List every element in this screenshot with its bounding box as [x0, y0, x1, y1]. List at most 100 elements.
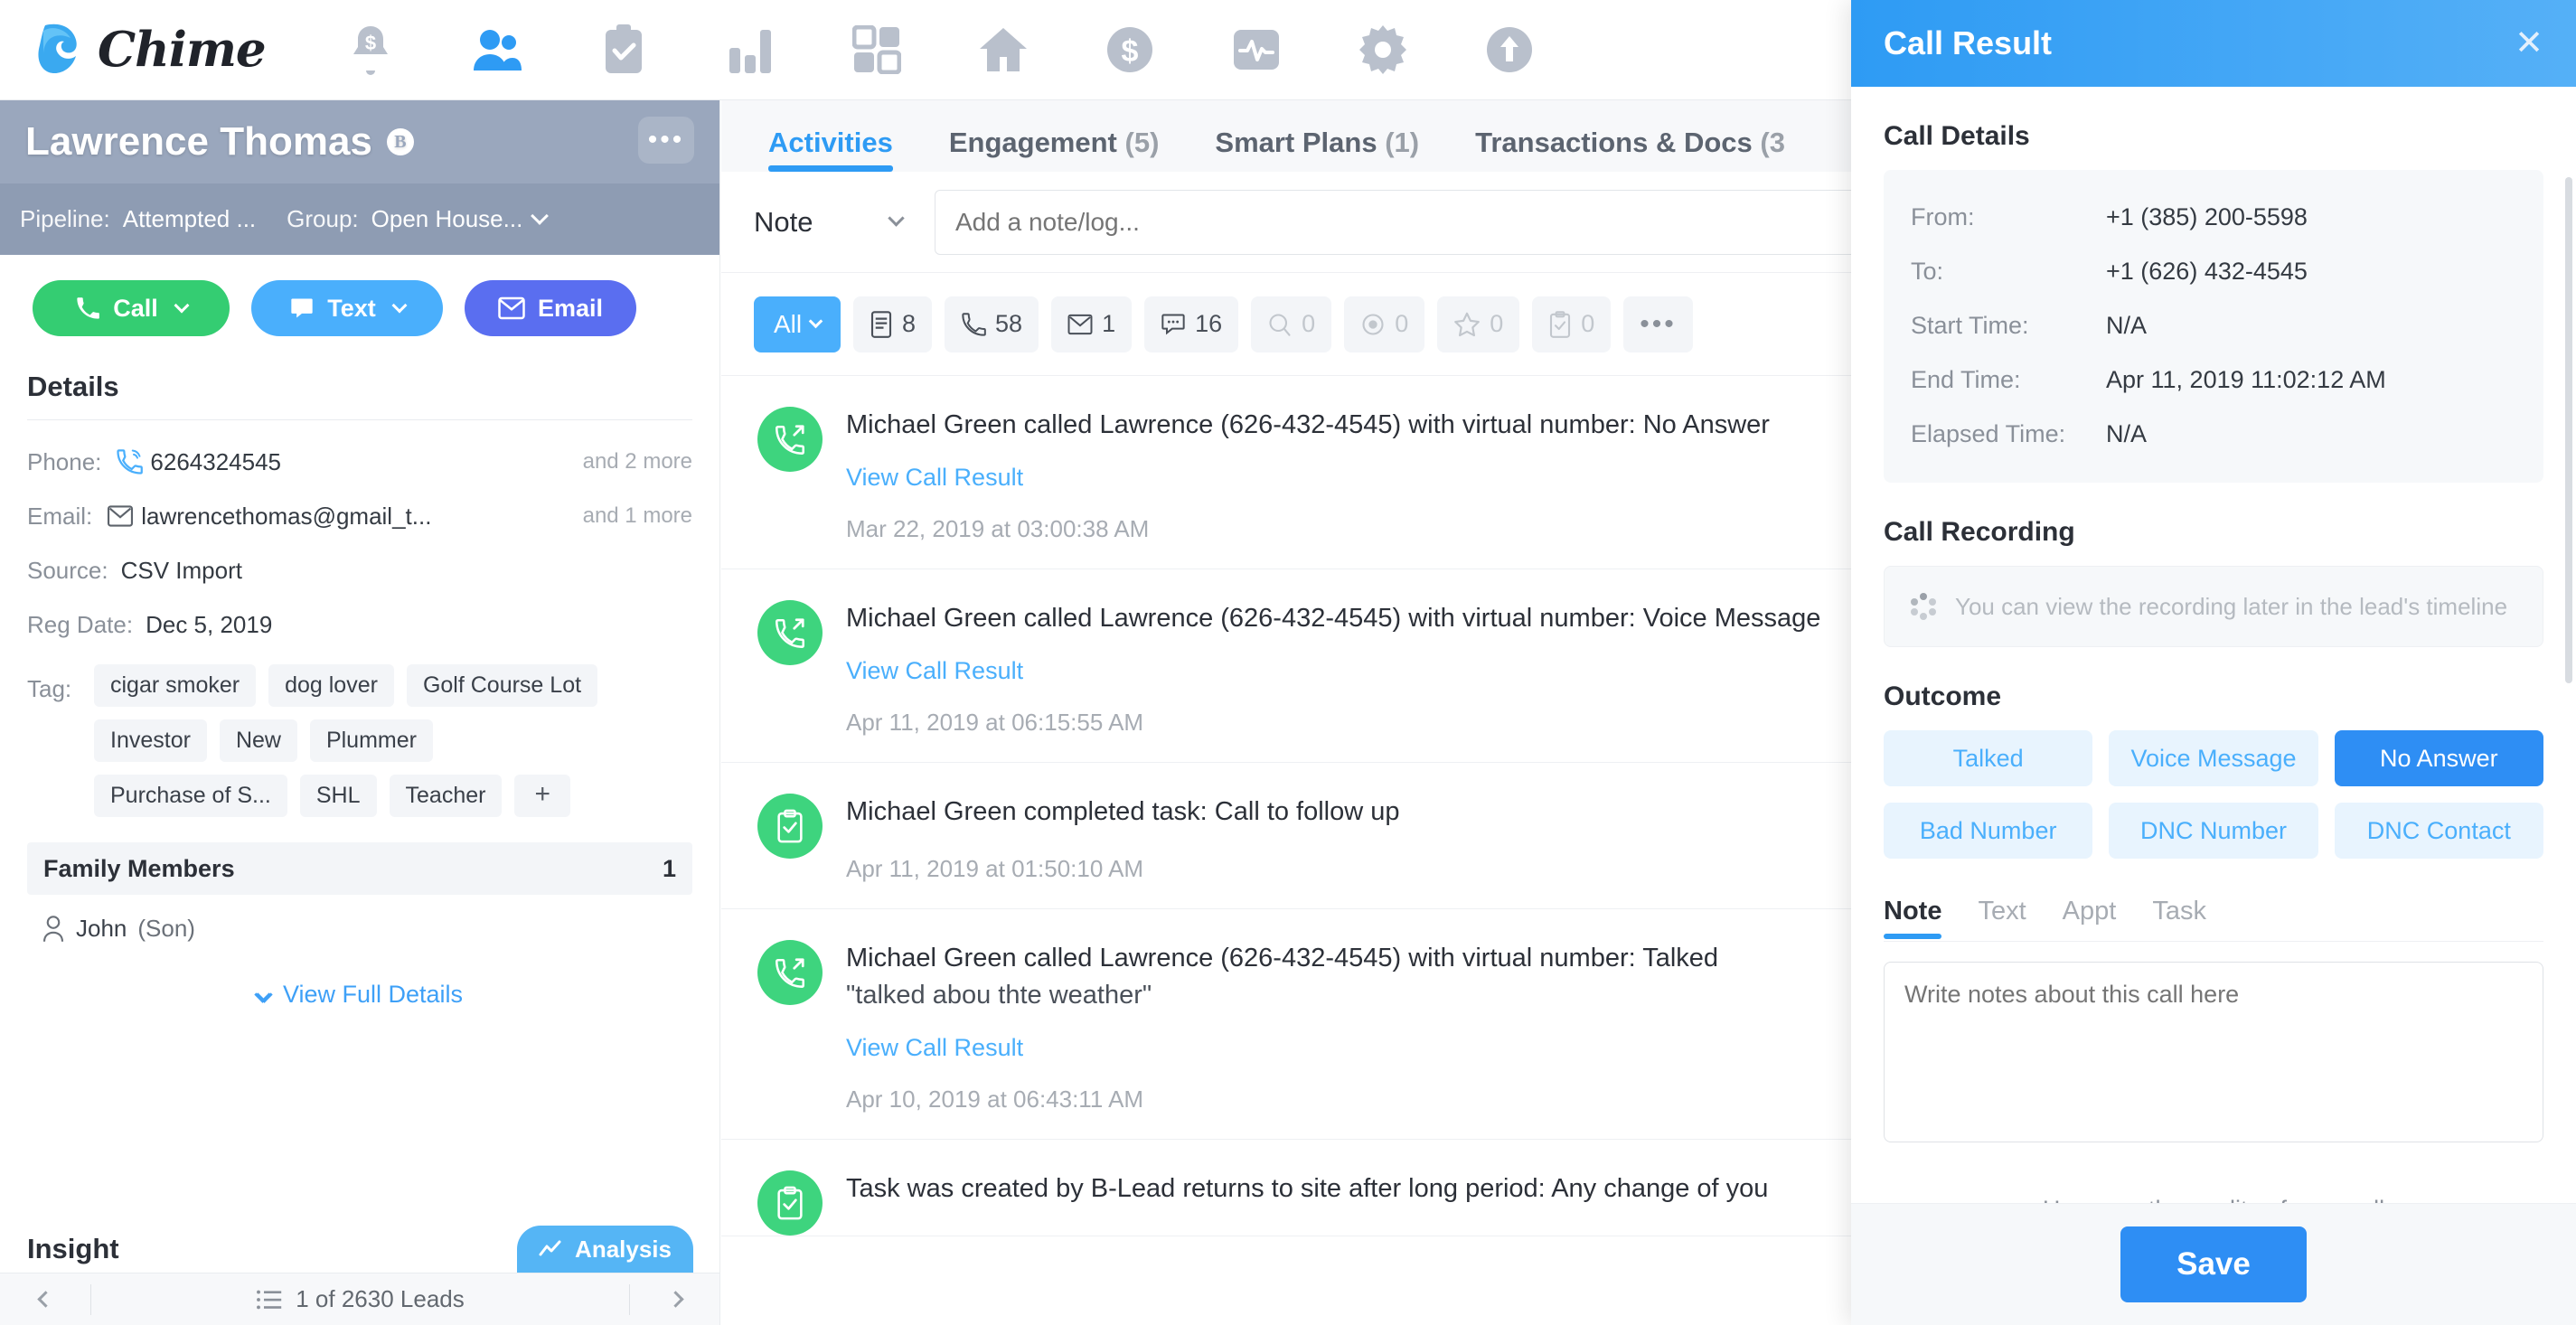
lead-count-text: 1 of 2630 Leads: [296, 1285, 465, 1312]
family-member-row[interactable]: John (Son): [42, 915, 719, 943]
detail-label: Source:: [27, 556, 108, 584]
call-note-textarea[interactable]: [1884, 962, 2543, 1142]
people-icon[interactable]: [468, 21, 526, 79]
call-detail-label: Start Time:: [1911, 311, 2029, 339]
outcome-dnc-contact[interactable]: DNC Contact: [2334, 803, 2543, 859]
tab-count: (1): [1385, 127, 1420, 158]
tag-item[interactable]: Investor: [94, 719, 207, 762]
note-type-select[interactable]: Note: [754, 206, 917, 239]
text-button-label: Text: [327, 294, 376, 322]
previous-lead-button[interactable]: [27, 1282, 63, 1318]
details-divider: [27, 419, 692, 420]
chevron-down-icon[interactable]: [531, 207, 550, 225]
filter-email[interactable]: 1: [1051, 296, 1133, 352]
outcome-bad-number[interactable]: Bad Number: [1884, 803, 2093, 859]
tag-item[interactable]: SHL: [299, 775, 377, 817]
tag-item[interactable]: Golf Course Lot: [406, 664, 598, 707]
detail-value-phone[interactable]: 6264324545: [150, 448, 281, 476]
bell-dollar-icon[interactable]: $: [342, 21, 400, 79]
call-button[interactable]: Call: [33, 280, 230, 336]
close-icon[interactable]: ✕: [2515, 26, 2543, 61]
outcome-no-answer[interactable]: No Answer: [2334, 730, 2543, 786]
gear-icon[interactable]: [1354, 21, 1412, 79]
followup-tabs: Note Text Appt Task: [1884, 897, 2543, 942]
feed-item-title: Michael Green called Lawrence (626-432-4…: [846, 943, 1719, 973]
filter-text[interactable]: 16: [1144, 296, 1239, 352]
filter-view[interactable]: 0: [1344, 296, 1425, 352]
filter-task[interactable]: 0: [1532, 296, 1612, 352]
detail-more-email[interactable]: and 1 more: [583, 503, 692, 529]
tab-transactions-docs[interactable]: Transactions & Docs (3: [1475, 127, 1785, 172]
call-detail-row-end-time: End Time: Apr 11, 2019 11:02:12 AM: [1911, 352, 2516, 407]
envelope-icon: [1067, 314, 1093, 334]
filter-call-count: 58: [995, 310, 1023, 337]
filter-note-count: 8: [902, 310, 917, 337]
tab-activities[interactable]: Activities: [768, 127, 893, 172]
detail-more-phone[interactable]: and 2 more: [583, 449, 692, 475]
pager-divider-left: [90, 1284, 91, 1315]
tag-item[interactable]: cigar smoker: [94, 664, 257, 707]
clipboard-check-icon[interactable]: [595, 21, 653, 79]
bar-chart-icon[interactable]: [721, 21, 779, 79]
lead-count-display[interactable]: 1 of 2630 Leads: [256, 1285, 465, 1313]
tab-engagement[interactable]: Engagement (5): [949, 127, 1160, 172]
filter-call[interactable]: 58: [945, 296, 1039, 352]
phone-icon: [962, 312, 986, 336]
filter-favorite-count: 0: [1490, 310, 1504, 337]
next-lead-button[interactable]: [657, 1282, 693, 1318]
tag-item[interactable]: Teacher: [389, 775, 503, 817]
tags-section: Tag: cigar smoker dog lover Golf Course …: [27, 664, 692, 817]
add-tag-button[interactable]: +: [514, 775, 570, 817]
detail-value-email[interactable]: lawrencethomas@gmail_t...: [141, 503, 431, 531]
tag-item[interactable]: New: [219, 719, 297, 762]
group-value[interactable]: Open House...: [371, 205, 523, 233]
filter-more-button[interactable]: •••: [1623, 296, 1693, 352]
dollar-circle-icon[interactable]: $: [1101, 21, 1159, 79]
tab-smart-plans[interactable]: Smart Plans (1): [1215, 127, 1419, 172]
tag-item[interactable]: dog lover: [268, 664, 394, 707]
lead-sidebar: Lawrence Thomas B ••• Pipeline: Attempte…: [0, 100, 720, 1325]
tab-note[interactable]: Note: [1884, 897, 1942, 939]
family-members-title: Family Members: [43, 854, 235, 882]
call-detail-value: +1 (626) 432-4545: [2106, 257, 2308, 285]
upload-circle-icon[interactable]: [1481, 21, 1538, 79]
tab-text[interactable]: Text: [1978, 897, 2026, 939]
outcome-dnc-number[interactable]: DNC Number: [2109, 803, 2318, 859]
family-member-relation: (Son): [137, 915, 195, 942]
chevron-down-icon[interactable]: [391, 297, 408, 314]
outcome-talked[interactable]: Talked: [1884, 730, 2093, 786]
text-button[interactable]: Text: [251, 280, 443, 336]
call-result-panel: Call Result ✕ Call Details From: +1 (385…: [1851, 0, 2576, 1325]
tag-item[interactable]: Plummer: [309, 719, 433, 762]
call-detail-row-start-time: Start Time: N/A: [1911, 298, 2516, 352]
pulse-icon[interactable]: [1227, 21, 1285, 79]
outcome-voice-message[interactable]: Voice Message: [2109, 730, 2318, 786]
view-full-details-link[interactable]: View Full Details: [0, 981, 719, 1009]
chevron-down-icon: [888, 210, 905, 227]
home-icon[interactable]: [974, 21, 1032, 79]
tab-task[interactable]: Task: [2152, 897, 2206, 939]
email-button[interactable]: Email: [465, 280, 636, 336]
detail-label: Email:: [27, 502, 93, 530]
brand-logo[interactable]: Chime: [36, 22, 307, 78]
filter-search[interactable]: 0: [1251, 296, 1332, 352]
call-result-header: Call Result ✕: [1851, 0, 2576, 87]
grid-apps-icon[interactable]: [848, 21, 906, 79]
lead-more-menu-button[interactable]: •••: [638, 117, 694, 164]
filter-favorite[interactable]: 0: [1437, 296, 1520, 352]
filter-all[interactable]: All: [754, 296, 841, 352]
panel-scrollbar[interactable]: [2565, 177, 2572, 683]
filter-note[interactable]: 8: [853, 296, 933, 352]
tab-appt[interactable]: Appt: [2063, 897, 2117, 939]
lead-name-text: Lawrence Thomas: [25, 119, 372, 164]
email-button-label: Email: [537, 294, 604, 322]
tab-label: Engagement: [948, 127, 1117, 158]
pipeline-value[interactable]: Attempted ...: [123, 205, 256, 233]
app-root: Chime $ $ Lawrence Thomas B ••• Pipeline…: [0, 0, 2576, 1325]
pipeline-group-bar: Pipeline: Attempted ... Group: Open Hous…: [0, 183, 719, 255]
analysis-button[interactable]: Analysis: [517, 1226, 693, 1273]
chevron-down-icon[interactable]: [174, 297, 190, 314]
detail-row-source: Source: CSV Import: [27, 543, 692, 597]
tag-item[interactable]: Purchase of S...: [94, 775, 287, 817]
save-button[interactable]: Save: [2120, 1226, 2307, 1302]
